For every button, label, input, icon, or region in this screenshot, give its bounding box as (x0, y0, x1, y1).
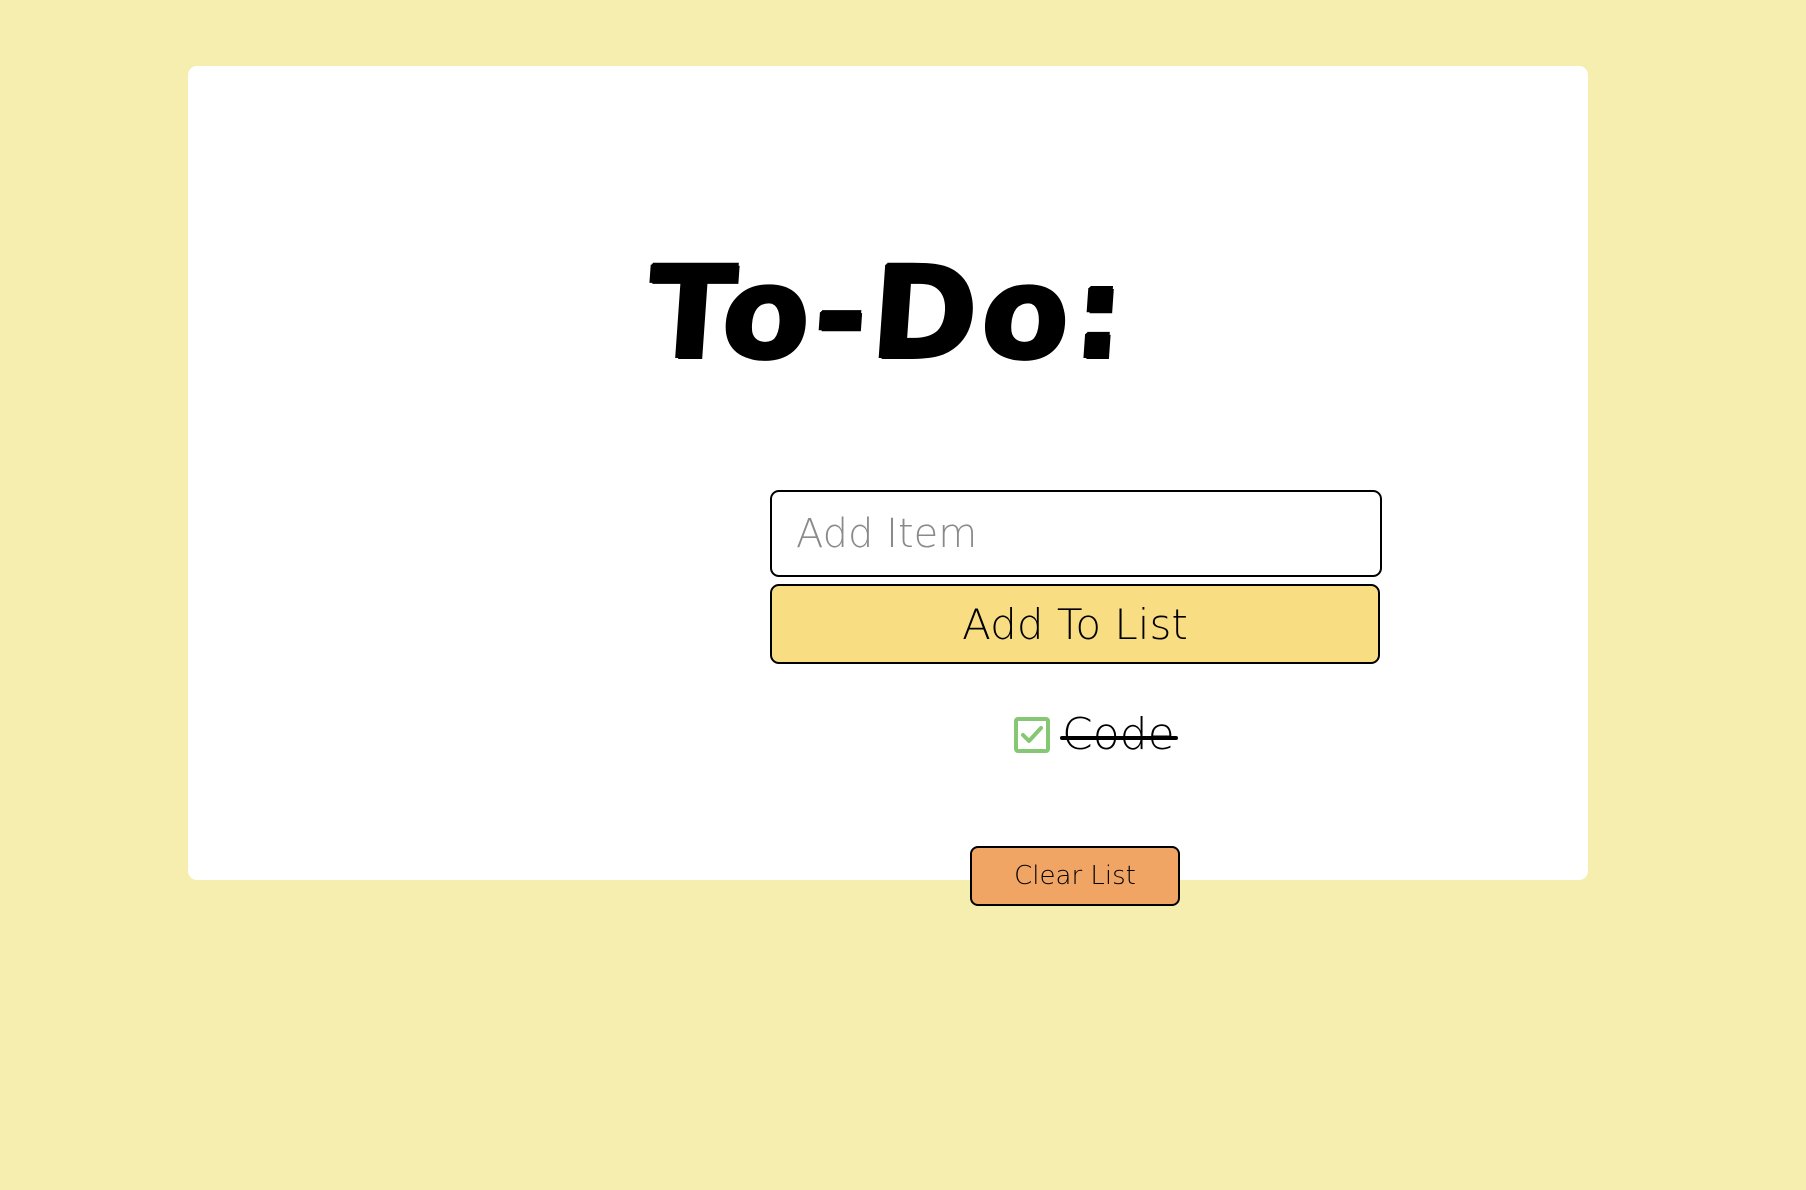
list-item[interactable]: Code (1014, 706, 1178, 764)
item-label: Code (1060, 706, 1178, 764)
add-item-input[interactable] (770, 490, 1382, 577)
clear-list-button[interactable]: Clear List (970, 846, 1180, 906)
page-title: To-Do: (642, 239, 1134, 388)
add-to-list-button[interactable]: Add To List (770, 584, 1380, 664)
item-checkbox[interactable] (1014, 717, 1050, 753)
check-icon (1021, 726, 1043, 743)
todo-card: To-Do: Add To List Code Clear List (188, 66, 1588, 906)
page: { "page": { "background_color": "#F5EEAF… (0, 0, 1806, 1190)
